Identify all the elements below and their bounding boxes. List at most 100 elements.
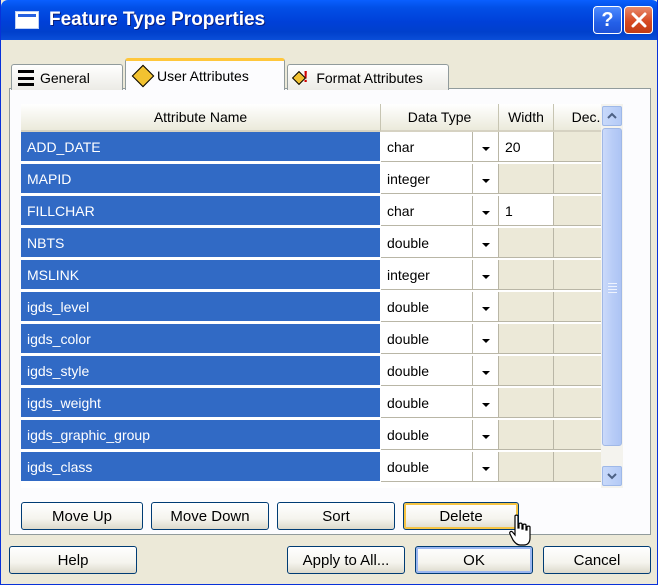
table-row[interactable]: igds_level double	[21, 292, 619, 322]
table-row[interactable]: MAPID integer	[21, 164, 619, 194]
data-type-cell[interactable]: char	[381, 196, 473, 226]
attribute-name-cell[interactable]: igds_style	[21, 356, 381, 386]
chevron-down-icon	[481, 370, 490, 375]
data-type-cell[interactable]: double	[381, 420, 473, 450]
data-type-cell[interactable]: double	[381, 324, 473, 354]
table-row[interactable]: igds_weight double	[21, 388, 619, 418]
width-cell[interactable]: 1	[499, 196, 554, 226]
data-type-cell[interactable]: double	[381, 356, 473, 386]
data-type-dropdown-button[interactable]	[473, 452, 499, 482]
data-type-dropdown-button[interactable]	[473, 356, 499, 386]
sort-button[interactable]: Sort	[277, 502, 395, 530]
window-icon	[15, 11, 39, 29]
help-button[interactable]: Help	[9, 546, 137, 574]
table-row[interactable]: igds_class double	[21, 452, 619, 482]
close-button[interactable]	[624, 6, 653, 34]
chevron-down-icon	[481, 306, 490, 311]
attribute-name-cell[interactable]: NBTS	[21, 228, 381, 258]
apply-to-all-button[interactable]: Apply to All...	[287, 546, 405, 574]
data-type-dropdown-button[interactable]	[473, 228, 499, 258]
help-title-button[interactable]: ?	[593, 6, 622, 34]
data-type-cell[interactable]: integer	[381, 164, 473, 194]
width-cell[interactable]	[499, 420, 554, 450]
list-icon	[18, 69, 34, 86]
data-type-cell[interactable]: double	[381, 228, 473, 258]
table-row[interactable]: igds_color double	[21, 324, 619, 354]
data-type-dropdown-button[interactable]	[473, 420, 499, 450]
data-type-dropdown-button[interactable]	[473, 388, 499, 418]
chevron-down-icon	[481, 210, 490, 215]
attribute-name-cell[interactable]: ADD_DATE	[21, 132, 381, 162]
data-type-dropdown-button[interactable]	[473, 164, 499, 194]
feature-type-properties-dialog: Feature Type Properties ? General User A…	[0, 0, 658, 585]
width-cell[interactable]	[499, 260, 554, 290]
attribute-name-cell[interactable]: igds_graphic_group	[21, 420, 381, 450]
chevron-down-icon	[481, 146, 490, 151]
width-cell[interactable]	[499, 388, 554, 418]
tab-format-attributes-label: Format Attributes	[316, 69, 423, 86]
tab-user-attributes[interactable]: User Attributes	[125, 58, 285, 90]
data-type-cell[interactable]: double	[381, 292, 473, 322]
chevron-down-icon	[481, 178, 490, 183]
attribute-name-cell[interactable]: igds_class	[21, 452, 381, 482]
attribute-name-cell[interactable]: MSLINK	[21, 260, 381, 290]
attribute-name-cell[interactable]: MAPID	[21, 164, 381, 194]
chevron-down-icon	[481, 466, 490, 471]
width-cell[interactable]	[499, 452, 554, 482]
column-header-data-type[interactable]: Data Type	[381, 104, 499, 132]
data-type-dropdown-button[interactable]	[473, 260, 499, 290]
chevron-up-icon	[607, 112, 617, 119]
tab-user-attributes-label: User Attributes	[157, 67, 249, 84]
data-type-cell[interactable]: double	[381, 388, 473, 418]
table-row[interactable]: igds_graphic_group double	[21, 420, 619, 450]
attribute-name-cell[interactable]: igds_level	[21, 292, 381, 322]
attribute-name-cell[interactable]: igds_color	[21, 324, 381, 354]
scroll-up-button[interactable]	[602, 106, 622, 126]
question-mark-icon: ?	[601, 9, 614, 31]
chevron-down-icon	[481, 434, 490, 439]
table-row[interactable]: MSLINK integer	[21, 260, 619, 290]
close-icon	[631, 12, 646, 28]
data-type-dropdown-button[interactable]	[473, 292, 499, 322]
attributes-grid[interactable]: Attribute Name Data Type Width Dec. ADD_…	[21, 104, 619, 488]
move-up-button[interactable]: Move Up	[21, 502, 143, 530]
width-cell[interactable]	[499, 292, 554, 322]
column-header-width[interactable]: Width	[499, 104, 554, 132]
table-row[interactable]: FILLCHAR char 1	[21, 196, 619, 226]
data-type-cell[interactable]: integer	[381, 260, 473, 290]
tab-general-label: General	[40, 69, 90, 86]
chevron-down-icon	[481, 242, 490, 247]
data-type-cell[interactable]: double	[381, 452, 473, 482]
scroll-thumb[interactable]	[602, 128, 622, 446]
attribute-name-cell[interactable]: igds_weight	[21, 388, 381, 418]
table-row[interactable]: NBTS double	[21, 228, 619, 258]
ok-button[interactable]: OK	[415, 546, 533, 574]
data-type-dropdown-button[interactable]	[473, 324, 499, 354]
scroll-down-button[interactable]	[602, 466, 622, 486]
table-row[interactable]: ADD_DATE char 20	[21, 132, 619, 162]
chevron-down-icon	[481, 274, 490, 279]
title-bar[interactable]: Feature Type Properties ?	[1, 0, 657, 40]
width-cell[interactable]	[499, 164, 554, 194]
vertical-scrollbar[interactable]	[601, 104, 623, 488]
attribute-name-cell[interactable]: FILLCHAR	[21, 196, 381, 226]
delete-button[interactable]: Delete	[403, 502, 519, 530]
data-type-cell[interactable]: char	[381, 132, 473, 162]
window-title: Feature Type Properties	[49, 9, 266, 30]
chevron-down-icon	[607, 473, 617, 480]
cancel-button[interactable]: Cancel	[543, 546, 651, 574]
width-cell[interactable]	[499, 324, 554, 354]
tab-format-attributes[interactable]: ! Format Attributes	[287, 64, 449, 90]
chevron-down-icon	[481, 402, 490, 407]
width-cell[interactable]	[499, 356, 554, 386]
width-cell[interactable]: 20	[499, 132, 554, 162]
hand-pointer-cursor-icon	[509, 514, 531, 546]
move-down-button[interactable]: Move Down	[151, 502, 269, 530]
chevron-down-icon	[481, 338, 490, 343]
tab-general[interactable]: General	[11, 64, 123, 90]
table-row[interactable]: igds_style double	[21, 356, 619, 386]
width-cell[interactable]	[499, 228, 554, 258]
data-type-dropdown-button[interactable]	[473, 196, 499, 226]
data-type-dropdown-button[interactable]	[473, 132, 499, 162]
column-header-attribute-name[interactable]: Attribute Name	[21, 104, 381, 132]
